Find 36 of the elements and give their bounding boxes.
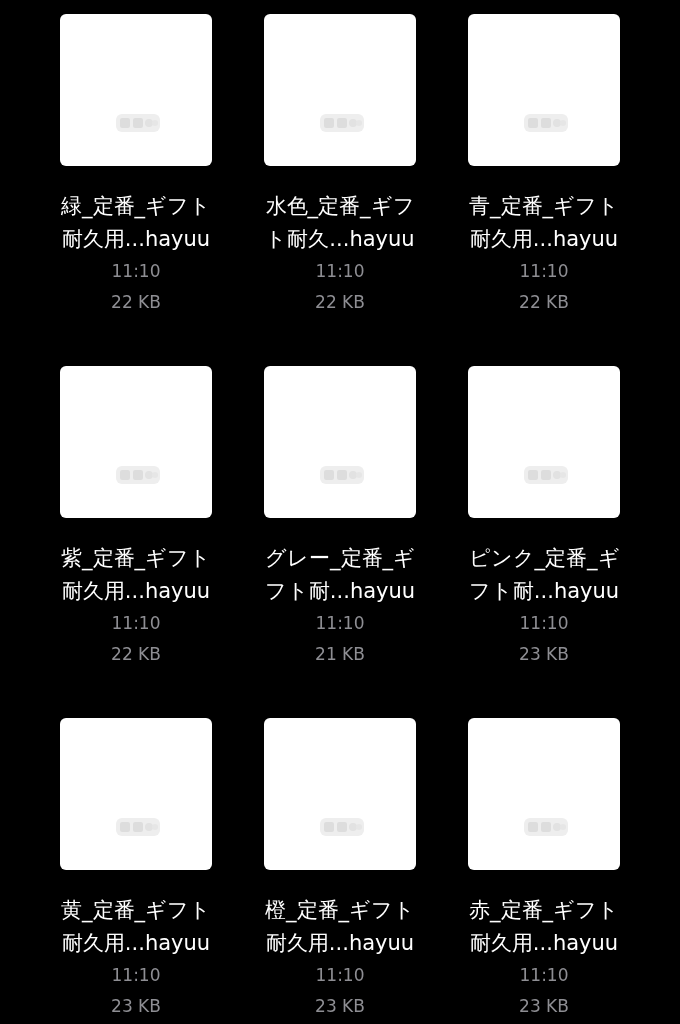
file-name: 耐久用...hayuu (61, 578, 211, 605)
file-name: グレー_定番_ギ (265, 545, 415, 573)
file-time: 11:10 (315, 964, 365, 987)
file-size: 22 KB (111, 291, 161, 314)
file-name: 緑_定番_ギフト (61, 193, 211, 221)
file-size: 23 KB (519, 643, 569, 666)
file-time: 11:10 (111, 260, 161, 283)
file-time: 11:10 (519, 612, 569, 635)
file-size: 22 KB (315, 291, 365, 314)
file-name: 黄_定番_ギフト (61, 897, 211, 925)
file-name: 耐久用...hayuu (265, 930, 415, 957)
file-time: 11:10 (519, 964, 569, 987)
file-time: 11:10 (519, 260, 569, 283)
file-time: 11:10 (315, 260, 365, 283)
file-name: 橙_定番_ギフト (265, 897, 415, 925)
file-name: フト耐...hayuu (468, 578, 620, 605)
file-size: 23 KB (315, 995, 365, 1018)
file-size: 21 KB (315, 643, 365, 666)
file-size: 22 KB (519, 291, 569, 314)
file-name: 青_定番_ギフト (469, 193, 619, 221)
file-name: 耐久用...hayuu (469, 226, 619, 253)
file-name: ピンク_定番_ギ (468, 545, 620, 573)
file-name: 耐久用...hayuu (469, 930, 619, 957)
file-name: フト耐...hayuu (264, 578, 416, 605)
file-time: 11:10 (111, 612, 161, 635)
file-time: 11:10 (315, 612, 365, 635)
file-name: 耐久用...hayuu (61, 226, 211, 253)
file-name: 耐久用...hayuu (61, 930, 211, 957)
file-size: 23 KB (111, 995, 161, 1018)
file-name: ト耐久...hayuu (265, 226, 415, 253)
file-size: 23 KB (519, 995, 569, 1018)
file-name: 紫_定番_ギフト (61, 545, 211, 573)
file-size: 22 KB (111, 643, 161, 666)
file-name: 赤_定番_ギフト (469, 897, 619, 925)
file-name: 水色_定番_ギフ (265, 193, 415, 221)
file-time: 11:10 (111, 964, 161, 987)
